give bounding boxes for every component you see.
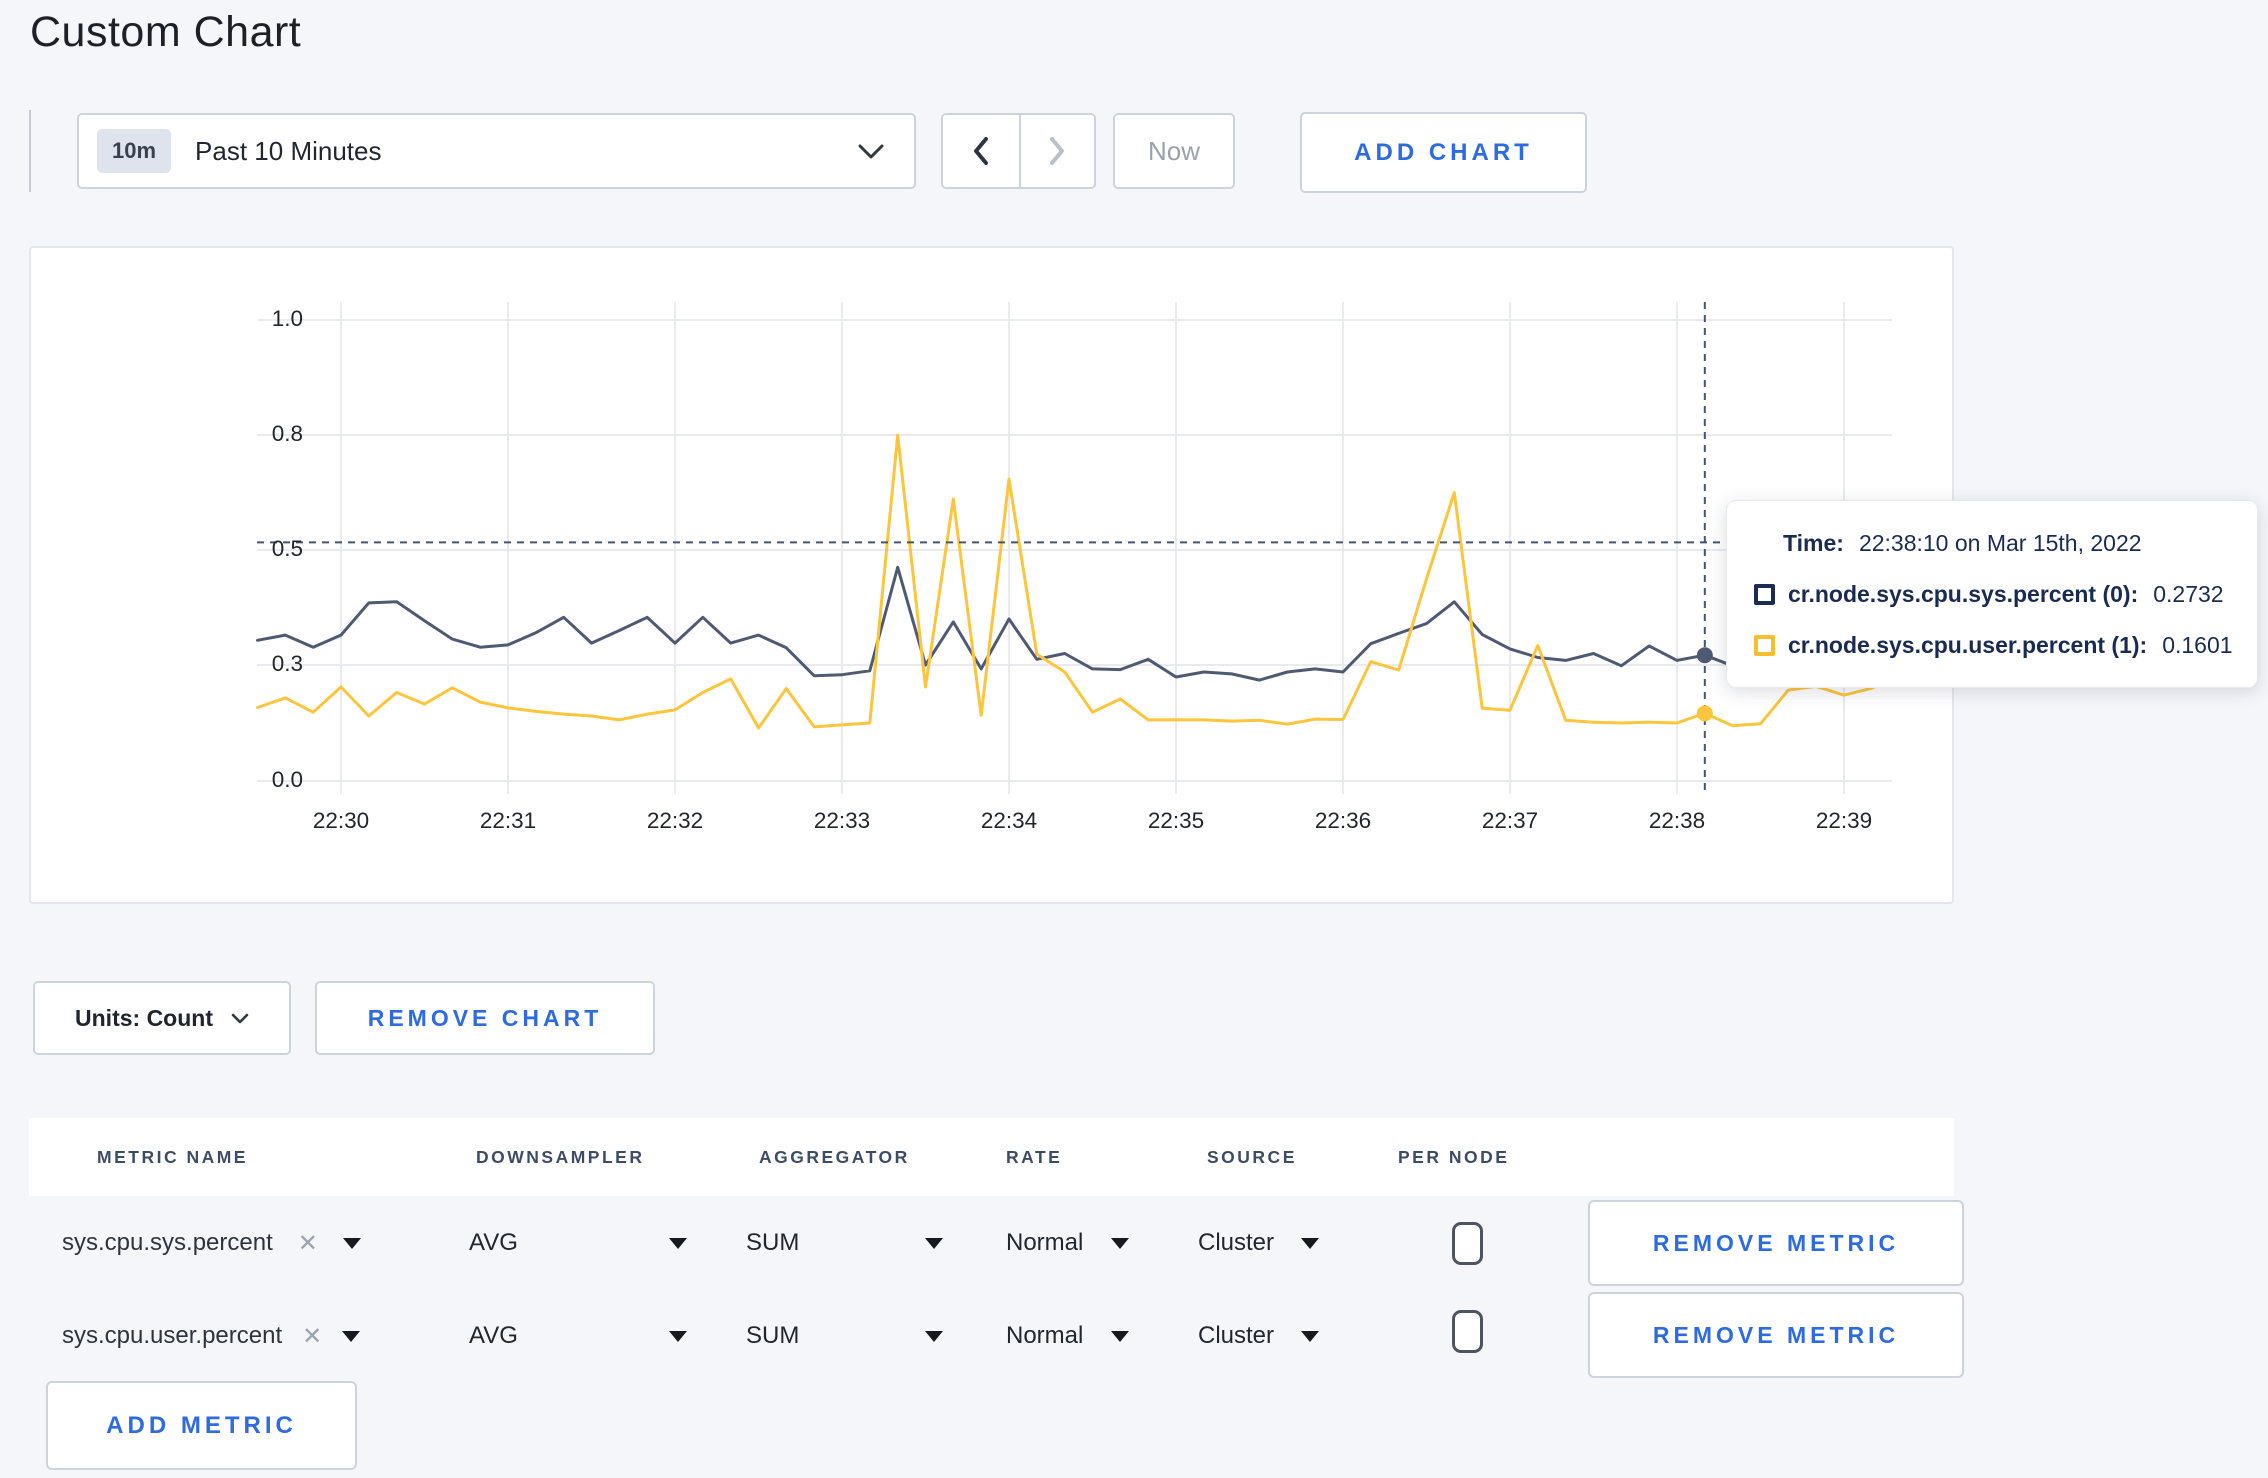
caret-down-icon	[1301, 1330, 1319, 1342]
timescale-label: Past 10 Minutes	[195, 135, 382, 166]
caret-down-icon	[1111, 1237, 1129, 1249]
clear-metric-icon[interactable]: ✕	[298, 1229, 318, 1258]
source-select[interactable]: Cluster	[1198, 1196, 1319, 1290]
remove-chart-button[interactable]: REMOVE CHART	[315, 981, 655, 1055]
metric-select[interactable]: sys.cpu.user.percent ✕	[62, 1290, 361, 1382]
timescale-badge: 10m	[97, 129, 172, 173]
y-tick-label: 0.8	[271, 421, 303, 446]
metric-name: sys.cpu.user.percent	[62, 1322, 283, 1349]
page-title: Custom Chart	[30, 8, 302, 56]
metric-select[interactable]: sys.cpu.sys.percent ✕	[62, 1196, 361, 1290]
next-time-button[interactable]	[1018, 115, 1094, 187]
aggregator-select[interactable]: SUM	[746, 1290, 943, 1382]
table-row: sys.cpu.sys.percent ✕ AVG SUM Normal Clu…	[29, 1196, 1964, 1290]
chevron-left-icon	[973, 137, 988, 165]
caret-down-icon	[1111, 1330, 1129, 1342]
tooltip-time-row: Time: 22:38:10 on Mar 15th, 2022	[1754, 530, 2233, 557]
divider	[29, 110, 31, 192]
tooltip-time-value: 22:38:10 on Mar 15th, 2022	[1858, 529, 2142, 556]
tooltip-time-label: Time:	[1783, 529, 1844, 556]
tooltip-sys-label: cr.node.sys.cpu.sys.percent (0):	[1788, 580, 2139, 607]
x-tick-label: 22:32	[646, 808, 704, 833]
rate-select[interactable]: Normal	[1006, 1196, 1129, 1290]
caret-down-icon	[669, 1330, 687, 1342]
per-node-checkbox[interactable]	[1452, 1310, 1483, 1353]
units-label: Units: Count	[75, 1004, 213, 1031]
caret-down-icon	[669, 1237, 687, 1249]
remove-metric-button[interactable]: REMOVE METRIC	[1588, 1292, 1964, 1378]
y-tick-label: 1.0	[271, 306, 303, 331]
header-source: SOURCE	[1207, 1146, 1297, 1167]
rate-value: Normal	[1006, 1322, 1084, 1349]
timescale-dropdown[interactable]: 10m Past 10 Minutes	[77, 113, 916, 189]
x-tick-label: 22:33	[813, 808, 871, 833]
chevron-right-icon	[1050, 137, 1065, 165]
caret-down-icon	[925, 1237, 943, 1249]
y-tick-label: 0.3	[271, 651, 303, 676]
caret-down-icon[interactable]	[342, 1237, 361, 1249]
x-tick-label: 22:35	[1147, 808, 1205, 833]
tooltip-sys-value: 0.2732	[2153, 580, 2224, 607]
chart-canvas[interactable]	[31, 248, 1952, 902]
header-downsampler: DOWNSAMPLER	[476, 1146, 645, 1167]
chart-card: 0.0 0.3 0.5 0.8 1.0 22:30 22:31 22:32 22:33 22:3…	[29, 246, 1954, 904]
aggregator-value: SUM	[746, 1322, 800, 1349]
clear-metric-icon[interactable]: ✕	[302, 1322, 322, 1351]
prev-time-button[interactable]	[943, 115, 1019, 187]
caret-down-icon	[1301, 1237, 1319, 1249]
metrics-table-header: METRIC NAME DOWNSAMPLER AGGREGATOR RATE …	[29, 1118, 1954, 1196]
downsampler-select[interactable]: AVG	[469, 1290, 687, 1382]
rate-select[interactable]: Normal	[1006, 1290, 1129, 1382]
chevron-down-icon	[231, 1013, 249, 1023]
header-aggregator: AGGREGATOR	[759, 1146, 910, 1167]
remove-metric-button[interactable]: REMOVE METRIC	[1588, 1200, 1964, 1286]
metric-name: sys.cpu.sys.percent	[62, 1229, 273, 1256]
rate-value: Normal	[1006, 1229, 1084, 1256]
aggregator-value: SUM	[746, 1229, 800, 1256]
downsampler-value: AVG	[469, 1229, 518, 1256]
tooltip-user-value: 0.1601	[2162, 631, 2233, 658]
chart-tooltip: Time: 22:38:10 on Mar 15th, 2022 cr.node…	[1726, 500, 2258, 688]
tooltip-user-label: cr.node.sys.cpu.user.percent (1):	[1788, 631, 2148, 658]
time-pager	[941, 113, 1096, 189]
add-metric-button[interactable]: ADD METRIC	[46, 1381, 357, 1470]
caret-down-icon	[925, 1330, 943, 1342]
y-tick-label: 0.0	[271, 767, 303, 792]
user-series-swatch-icon	[1754, 634, 1775, 656]
x-tick-label: 22:30	[312, 808, 370, 833]
sys-series-swatch-icon	[1754, 583, 1775, 605]
y-tick-label: 0.5	[271, 536, 303, 561]
now-button[interactable]: Now	[1113, 113, 1235, 189]
downsampler-value: AVG	[469, 1322, 518, 1349]
header-metric-name: METRIC NAME	[97, 1146, 248, 1167]
downsampler-select[interactable]: AVG	[469, 1196, 687, 1290]
x-tick-label: 22:39	[1815, 808, 1873, 833]
x-tick-label: 22:37	[1481, 808, 1539, 833]
header-rate: RATE	[1006, 1146, 1063, 1167]
header-per-node: PER NODE	[1398, 1146, 1510, 1167]
units-dropdown[interactable]: Units: Count	[33, 981, 291, 1055]
chevron-down-icon	[858, 144, 884, 158]
source-value: Cluster	[1198, 1229, 1275, 1256]
per-node-checkbox[interactable]	[1452, 1222, 1483, 1265]
x-tick-label: 22:31	[479, 808, 537, 833]
source-select[interactable]: Cluster	[1198, 1290, 1319, 1382]
x-tick-label: 22:34	[980, 808, 1038, 833]
caret-down-icon[interactable]	[342, 1330, 361, 1342]
tooltip-sys-row: cr.node.sys.cpu.sys.percent (0): 0.2732	[1754, 581, 2233, 608]
table-row: sys.cpu.user.percent ✕ AVG SUM Normal Cl…	[29, 1290, 1964, 1382]
x-tick-label: 22:36	[1314, 808, 1372, 833]
aggregator-select[interactable]: SUM	[746, 1196, 943, 1290]
tooltip-user-row: cr.node.sys.cpu.user.percent (1): 0.1601	[1754, 632, 2233, 659]
add-chart-button[interactable]: ADD CHART	[1300, 112, 1587, 193]
source-value: Cluster	[1198, 1322, 1275, 1349]
x-tick-label: 22:38	[1648, 808, 1706, 833]
